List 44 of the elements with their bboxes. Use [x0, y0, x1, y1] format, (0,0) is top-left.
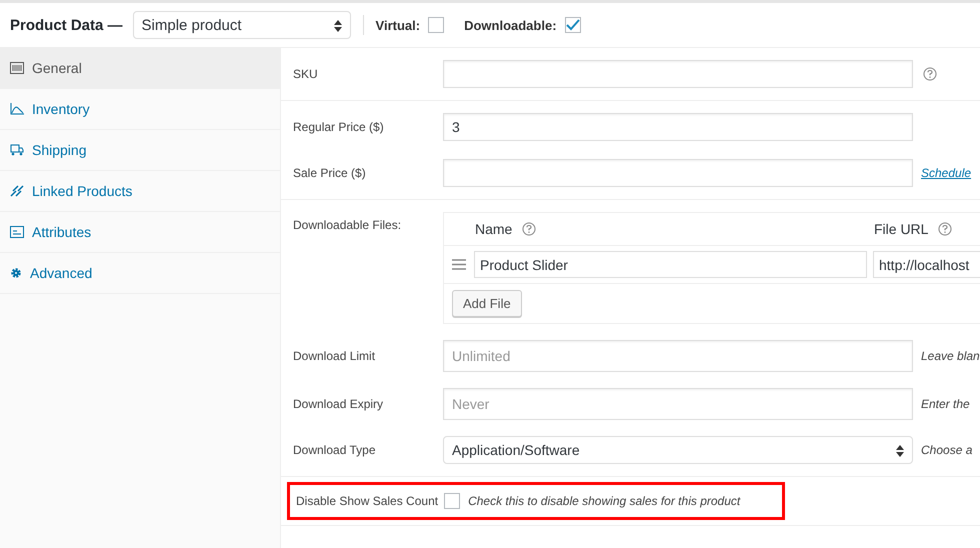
select-arrows-icon: [334, 20, 342, 32]
product-type-select[interactable]: Simple product: [132, 11, 351, 39]
gear-icon: [10, 267, 22, 279]
field-label: Download Type: [293, 443, 376, 457]
panel-title: Product Data —: [10, 16, 123, 34]
list-icon: [10, 226, 24, 238]
select-arrows-icon: [896, 445, 904, 457]
field-label: SKU: [293, 67, 319, 81]
download-limit-field[interactable]: Unlimited: [443, 340, 913, 372]
checkbox[interactable]: [564, 17, 581, 33]
link-icon: [10, 185, 24, 197]
help-icon[interactable]: [522, 222, 536, 236]
downloadable-label: Downloadable:: [464, 18, 557, 32]
sale-price-field[interactable]: [443, 159, 913, 187]
column-header: Name: [475, 221, 512, 237]
chart-icon: [10, 103, 24, 115]
drag-handle-icon[interactable]: [452, 259, 466, 270]
column-header: File URL: [874, 221, 928, 237]
field-note: Leave blan: [921, 349, 980, 363]
help-icon[interactable]: [923, 67, 937, 81]
field-label: Download Expiry: [293, 397, 384, 411]
checkbox[interactable]: [428, 17, 444, 33]
field-label: Regular Price ($): [293, 120, 385, 134]
truck-icon: [10, 144, 24, 156]
sidebar-tab[interactable]: General: [0, 48, 280, 89]
help-icon[interactable]: [938, 222, 952, 236]
schedule-link[interactable]: Schedule: [921, 166, 972, 180]
field-note: Enter the: [921, 397, 970, 411]
field-note: Choose a: [921, 443, 972, 457]
field-description: Check this to disable showing sales for this product: [468, 494, 740, 508]
download-expiry-field[interactable]: Never: [443, 388, 913, 420]
field-label: Disable Show Sales Count: [296, 494, 438, 508]
file-name-field[interactable]: Product Slider: [474, 251, 867, 278]
checkbox[interactable]: [444, 493, 460, 509]
field-label: Downloadable Files:: [293, 218, 402, 232]
virtual-label: Virtual:: [376, 18, 420, 32]
download-type-select[interactable]: Application/Software: [443, 436, 913, 464]
field-label: Download Limit: [293, 349, 376, 363]
add-file-button[interactable]: Add File: [452, 290, 522, 317]
sku-field[interactable]: [443, 60, 913, 88]
regular-price-field[interactable]: 3: [443, 113, 913, 141]
barcode-icon: [10, 62, 24, 74]
field-label: Sale Price ($): [293, 166, 367, 180]
file-url-field[interactable]: http://localhost: [873, 251, 980, 278]
